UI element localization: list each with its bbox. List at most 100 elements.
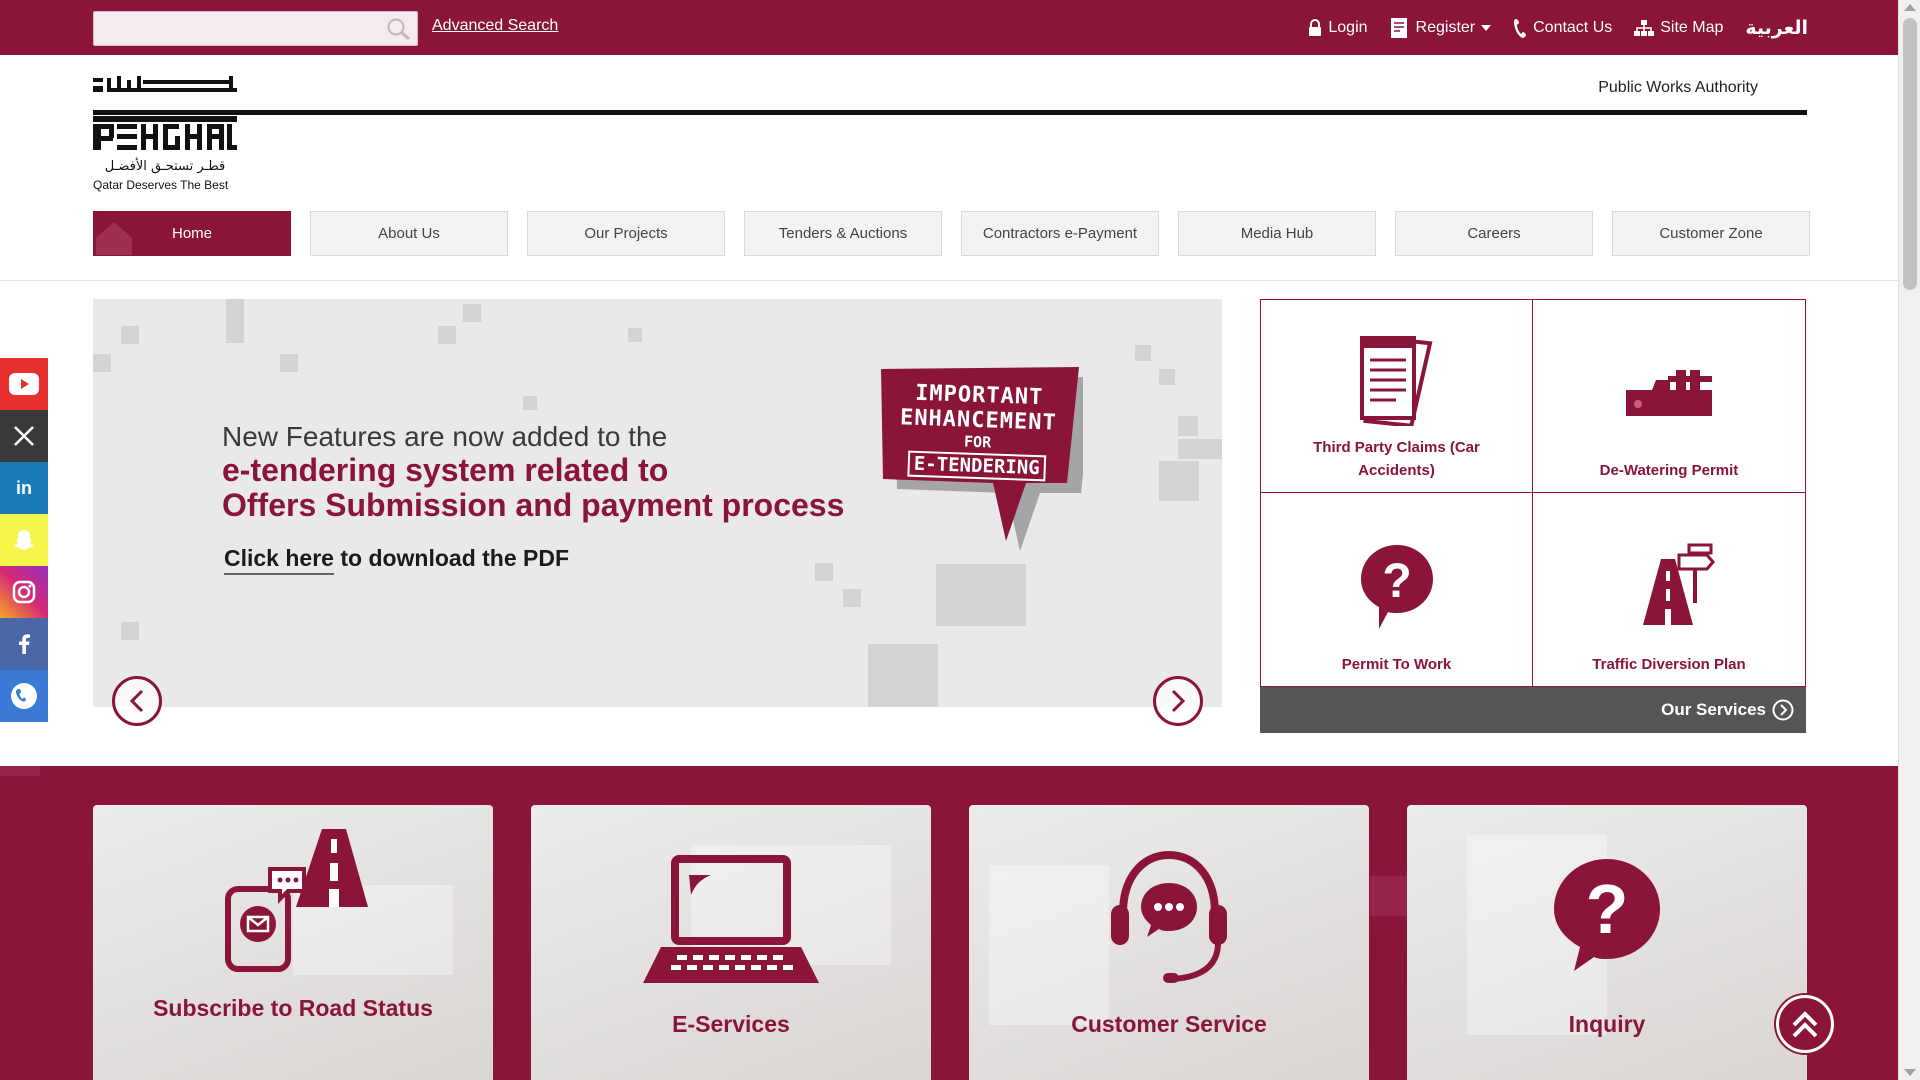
service-traffic-diversion-plan[interactable]: Traffic Diversion Plan — [1533, 493, 1805, 686]
our-services-button[interactable]: Our Services — [1260, 687, 1806, 733]
card-customer-service[interactable]: Customer Service — [969, 805, 1369, 1080]
snapchat-link[interactable] — [0, 514, 48, 566]
main-nav: Home About Us Our Projects Tenders & Auc… — [93, 211, 1810, 256]
slide-text: New Features are now added to the e-tend… — [222, 421, 844, 523]
slider-decor — [1135, 345, 1151, 361]
nav-item-home[interactable]: Home — [93, 211, 291, 256]
chevron-right-icon — [1171, 689, 1186, 713]
service-permit-to-work[interactable]: ? Permit To Work — [1261, 493, 1533, 686]
linkedin-icon: in — [16, 477, 32, 498]
services-grid: Third Party Claims (Car Accidents) De-Wa… — [1260, 299, 1806, 687]
linkedin-link[interactable]: in — [0, 462, 48, 514]
slider-decor — [843, 589, 861, 607]
nav-item-tenders-auctions[interactable]: Tenders & Auctions — [744, 211, 942, 256]
card-decor — [989, 865, 1109, 1025]
quick-links-cards: Subscribe to Road Status E-Services Cust… — [93, 805, 1807, 1080]
caret-down-icon — [1481, 24, 1492, 31]
facebook-link[interactable] — [0, 618, 48, 670]
slider-decor — [936, 564, 1026, 626]
slider-decor — [226, 299, 244, 343]
register-label: Register — [1415, 18, 1476, 36]
slider-decor — [121, 622, 139, 640]
phone-support-link[interactable] — [0, 670, 48, 722]
youtube-icon — [9, 373, 39, 395]
nav-item-our-projects[interactable]: Our Projects — [527, 211, 725, 256]
inquiry-question-icon: ? — [1554, 859, 1660, 971]
contact-label: Contact Us — [1533, 18, 1613, 36]
slide-highlight-1: e-tendering system related to — [222, 452, 669, 488]
card-e-services[interactable]: E-Services — [531, 805, 931, 1080]
services-panel: Third Party Claims (Car Accidents) De-Wa… — [1260, 299, 1806, 733]
double-chevron-up-icon — [1792, 1011, 1818, 1038]
advanced-search-link[interactable]: Advanced Search — [432, 17, 558, 35]
login-link[interactable]: Login — [1308, 19, 1368, 37]
card-inquiry[interactable]: ? Inquiry — [1407, 805, 1807, 1080]
slider-next-button[interactable] — [1153, 676, 1203, 726]
search-input[interactable] — [94, 12, 417, 45]
headset-chat-icon — [1111, 850, 1227, 983]
nav-label: Customer Zone — [1659, 225, 1763, 242]
card-label: Customer Service — [1071, 1011, 1267, 1037]
question-bubble-icon: ? — [1360, 545, 1433, 629]
service-label: Traffic Diversion Plan — [1592, 656, 1746, 673]
register-icon — [1390, 17, 1407, 38]
search-icon — [387, 18, 410, 41]
nav-item-about-us[interactable]: About Us — [310, 211, 508, 256]
logo-tagline: Qatar Deserves The Best — [93, 178, 229, 192]
slider-decor — [280, 354, 298, 372]
instagram-icon — [12, 580, 36, 604]
slider-decor — [868, 644, 938, 707]
badge-text: IMPORTANT ENHANCEMENT FOR E-TENDERING — [891, 380, 1064, 482]
page-scrollbar[interactable] — [1898, 0, 1920, 1080]
contact-link[interactable]: Contact Us — [1513, 18, 1612, 38]
snapchat-icon — [14, 530, 34, 550]
slider-prev-button[interactable] — [112, 676, 162, 726]
nav-label: About Us — [378, 225, 440, 242]
slider-decor — [121, 326, 139, 344]
card-label: Inquiry — [1568, 1011, 1646, 1037]
badge-line-4: E-TENDERING — [907, 450, 1047, 482]
arabic-label: العربية — [1745, 16, 1808, 39]
phone-icon — [1514, 18, 1527, 38]
chevron-left-icon — [129, 689, 144, 713]
x-icon — [14, 426, 34, 446]
service-third-party-claims[interactable]: Third Party Claims (Car Accidents) — [1261, 300, 1533, 493]
laptop-icon — [643, 855, 819, 983]
nav-label: Our Projects — [584, 225, 668, 242]
download-pdf-link[interactable]: Click here — [224, 545, 334, 575]
card-label: E-Services — [672, 1011, 790, 1037]
sitemap-link[interactable]: Site Map — [1634, 19, 1723, 37]
ashghal-logo[interactable]: قطـر تستحـق الأفضـل — [93, 72, 237, 192]
scrollbar-thumb[interactable] — [1903, 18, 1917, 290]
nav-item-media-hub[interactable]: Media Hub — [1178, 211, 1376, 256]
youtube-link[interactable] — [0, 358, 48, 410]
nav-label: Media Hub — [1240, 225, 1314, 242]
slider-decor — [1159, 461, 1199, 501]
slider-decor — [1178, 416, 1198, 436]
slider-decor — [438, 326, 456, 344]
back-to-top-button[interactable] — [1776, 995, 1834, 1053]
card-subscribe-road-status[interactable]: Subscribe to Road Status — [93, 805, 493, 1080]
search-box — [93, 11, 418, 46]
nav-item-contractors-epayment[interactable]: Contractors e-Payment — [961, 211, 1159, 256]
nav-item-customer-zone[interactable]: Customer Zone — [1612, 211, 1810, 256]
service-dewatering-permit[interactable]: De-Watering Permit — [1533, 300, 1805, 493]
search-button[interactable] — [385, 16, 413, 42]
svg-text:?: ? — [1382, 555, 1411, 608]
x-link[interactable] — [0, 410, 48, 462]
slide-cta: Click here to download the PDF — [224, 545, 569, 575]
register-link[interactable]: Register — [1390, 17, 1492, 39]
hero-slider[interactable]: New Features are now added to the e-tend… — [93, 299, 1222, 707]
nav-item-careers[interactable]: Careers — [1395, 211, 1593, 256]
top-bar: Advanced Search Login Register Contact U… — [0, 0, 1898, 55]
slide-highlight-2: Offers Submission and payment process — [222, 487, 845, 523]
scroll-down-arrow[interactable] — [1904, 1069, 1916, 1076]
slider-decor — [93, 354, 111, 372]
slider-decor — [1159, 369, 1175, 385]
social-sidebar: in — [0, 358, 48, 722]
facebook-icon — [19, 634, 30, 654]
claims-document-icon — [1359, 336, 1432, 426]
instagram-link[interactable] — [0, 566, 48, 618]
arabic-language-link[interactable]: العربية — [1745, 17, 1808, 39]
scroll-up-arrow[interactable] — [1904, 4, 1916, 11]
